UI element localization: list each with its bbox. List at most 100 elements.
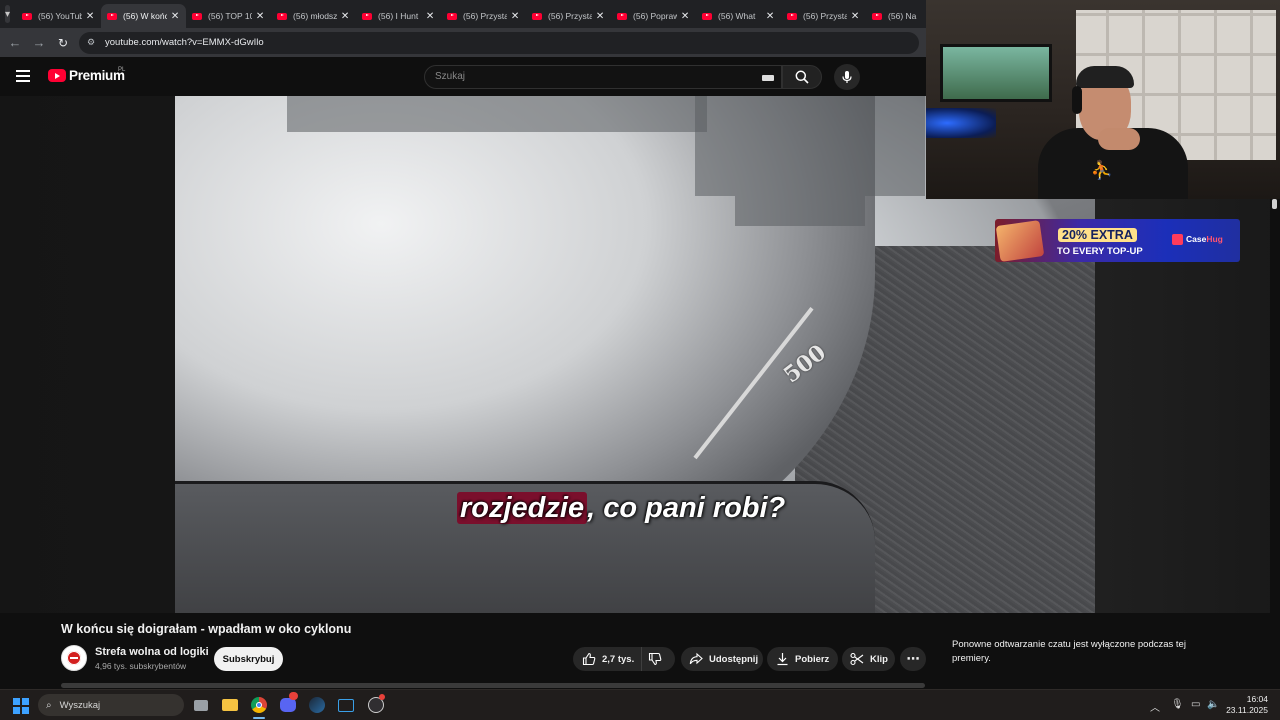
clip-button[interactable]: Klip bbox=[842, 647, 895, 671]
network-icon[interactable]: ▭ bbox=[1191, 699, 1200, 710]
video-subtitle: rozjedzie, co pani robi? bbox=[457, 492, 785, 525]
close-tab-icon[interactable]: ✕ bbox=[680, 11, 690, 22]
webcam-person-cap bbox=[1076, 66, 1134, 88]
youtube-logo-text: Premium bbox=[69, 68, 125, 83]
browser-tab[interactable]: (56) I Hunt ✕ bbox=[356, 4, 441, 28]
keyboard-icon[interactable] bbox=[762, 75, 774, 81]
browser-tab[interactable]: (56) TOP 10 ✕ bbox=[186, 4, 271, 28]
page-scroll-thumb[interactable] bbox=[1272, 199, 1277, 209]
close-tab-icon[interactable]: ✕ bbox=[425, 11, 435, 22]
page-scrollbar[interactable] bbox=[1270, 199, 1280, 689]
file-explorer-icon[interactable] bbox=[220, 695, 240, 715]
like-button[interactable]: 2,7 tys. bbox=[573, 647, 642, 671]
tab-title: (56) W końcu się doigrałam bbox=[123, 11, 168, 21]
task-view-icon[interactable] bbox=[191, 695, 211, 715]
like-count: 2,7 tys. bbox=[602, 653, 635, 665]
thumbs-down-icon bbox=[648, 652, 662, 666]
menu-icon[interactable] bbox=[16, 70, 30, 82]
discord-icon[interactable] bbox=[278, 692, 298, 715]
region-label: PL bbox=[118, 67, 126, 73]
ad-banner[interactable]: 20% EXTRA TO EVERY TOP-UP CaseHug bbox=[995, 219, 1240, 262]
show-hidden-icons-chevron-icon[interactable]: ︿ bbox=[1150, 699, 1160, 714]
share-icon bbox=[689, 652, 703, 665]
download-icon bbox=[777, 653, 788, 666]
search-icon bbox=[795, 70, 809, 84]
close-tab-icon[interactable]: ✕ bbox=[170, 11, 180, 22]
youtube-favicon-icon bbox=[787, 12, 798, 20]
browser-tab[interactable]: (56) W końcu się doigrałam✕ bbox=[101, 4, 187, 28]
clock-date: 23.11.2025 bbox=[1226, 705, 1268, 715]
youtube-favicon-icon bbox=[362, 12, 373, 20]
address-bar[interactable]: ⚙ youtube.com/watch?v=EMMX-dGwIlo bbox=[79, 31, 919, 54]
browser-tab[interactable]: (56) What ✕ bbox=[696, 4, 781, 28]
voice-search-button[interactable] bbox=[834, 64, 860, 90]
clock-time: 16:04 bbox=[1246, 694, 1268, 704]
ad-headline: 20% EXTRA bbox=[1058, 228, 1137, 242]
address-bar-url: youtube.com/watch?v=EMMX-dGwIlo bbox=[105, 37, 264, 48]
back-button[interactable]: ← bbox=[3, 31, 27, 55]
ad-brand-part: Case bbox=[1186, 234, 1207, 244]
windows-start-icon[interactable] bbox=[13, 698, 29, 714]
close-tab-icon[interactable]: ✕ bbox=[255, 11, 265, 22]
browser-tab[interactable]: (56) Przystanek✕ bbox=[441, 4, 526, 28]
tab-title: (56) YouTube bbox=[38, 11, 83, 21]
browser-tab[interactable]: (56) Poprawka✕ bbox=[611, 4, 696, 28]
reload-button[interactable]: ↻ bbox=[51, 31, 75, 55]
browser-tab[interactable]: (56) młodszy ✕ bbox=[271, 4, 356, 28]
search-button[interactable] bbox=[782, 65, 822, 89]
steam-icon[interactable] bbox=[307, 695, 327, 715]
browser-tab[interactable]: (56) YouTube✕ bbox=[16, 4, 101, 28]
system-clock[interactable]: 16:04 23.11.2025 bbox=[1226, 694, 1268, 716]
browser-tab[interactable]: (56) Przystanek✕ bbox=[781, 4, 866, 28]
webcam-person-hand bbox=[1098, 128, 1140, 150]
channel-name[interactable]: Strefa wolna od logiki bbox=[95, 646, 209, 658]
subscribe-button[interactable]: Subskrybuj bbox=[214, 647, 283, 671]
thumbs-up-icon bbox=[582, 652, 596, 666]
app-icon[interactable] bbox=[336, 695, 356, 715]
tab-title: (56) I Hunt bbox=[378, 11, 419, 21]
obs-icon[interactable] bbox=[366, 694, 386, 715]
webcam-aquarium bbox=[940, 44, 1052, 102]
blur-mosaic bbox=[735, 196, 865, 226]
close-tab-icon[interactable]: ✕ bbox=[850, 11, 860, 22]
channel-avatar[interactable] bbox=[61, 645, 87, 671]
tab-title: (56) młodszy bbox=[293, 11, 338, 21]
subtitle-text: , co pani robi? bbox=[587, 492, 786, 524]
close-tab-icon[interactable]: ✕ bbox=[85, 11, 95, 22]
jumpman-icon: ⛹ bbox=[1090, 160, 1114, 180]
share-button[interactable]: Udostępnij bbox=[681, 647, 763, 671]
youtube-favicon-icon bbox=[702, 12, 713, 20]
taskbar-search-placeholder: Wyszukaj bbox=[59, 699, 101, 711]
ad-gift-card-image bbox=[995, 220, 1045, 262]
tab-title: (56) Przystanek bbox=[548, 11, 593, 21]
youtube-favicon-icon bbox=[617, 12, 628, 20]
dislike-button[interactable] bbox=[642, 647, 674, 671]
close-tab-icon[interactable]: ✕ bbox=[510, 11, 520, 22]
horizontal-scrollbar[interactable] bbox=[61, 683, 925, 688]
close-tab-icon[interactable]: ✕ bbox=[595, 11, 605, 22]
scissors-icon bbox=[850, 652, 864, 666]
search-input[interactable]: Szukaj bbox=[424, 65, 782, 89]
microphone-tray-icon[interactable]: 🎙 bbox=[1171, 699, 1184, 710]
taskbar-search-input[interactable]: ⌕ Wyszukaj bbox=[38, 694, 184, 716]
browser-tab[interactable]: (56) Przystanek✕ bbox=[526, 4, 611, 28]
download-label: Pobierz bbox=[795, 653, 830, 665]
chat-replay-notice: Ponowne odtwarzanie czatu jest wyłączone… bbox=[952, 639, 1186, 664]
active-app-indicator bbox=[253, 717, 265, 719]
forward-button[interactable]: → bbox=[27, 31, 51, 55]
tab-search-button[interactable]: ▾ bbox=[5, 5, 11, 23]
share-label: Udostępnij bbox=[709, 653, 759, 665]
site-info-icon[interactable]: ⚙ bbox=[87, 37, 99, 48]
youtube-favicon-icon bbox=[22, 12, 33, 20]
streamer-webcam: ⛹ bbox=[926, 0, 1280, 199]
volume-icon[interactable]: 🔈 bbox=[1207, 699, 1219, 710]
chrome-icon[interactable] bbox=[249, 695, 269, 715]
close-tab-icon[interactable]: ✕ bbox=[340, 11, 350, 22]
youtube-logo[interactable]: Premium bbox=[48, 68, 125, 83]
close-tab-icon[interactable]: ✕ bbox=[765, 11, 775, 22]
youtube-header: Premium PL Szukaj bbox=[0, 57, 926, 96]
download-button[interactable]: Pobierz bbox=[767, 647, 838, 671]
blur-mosaic bbox=[287, 96, 707, 132]
more-actions-button[interactable]: ⋯ bbox=[900, 647, 926, 671]
youtube-play-icon bbox=[48, 69, 66, 82]
